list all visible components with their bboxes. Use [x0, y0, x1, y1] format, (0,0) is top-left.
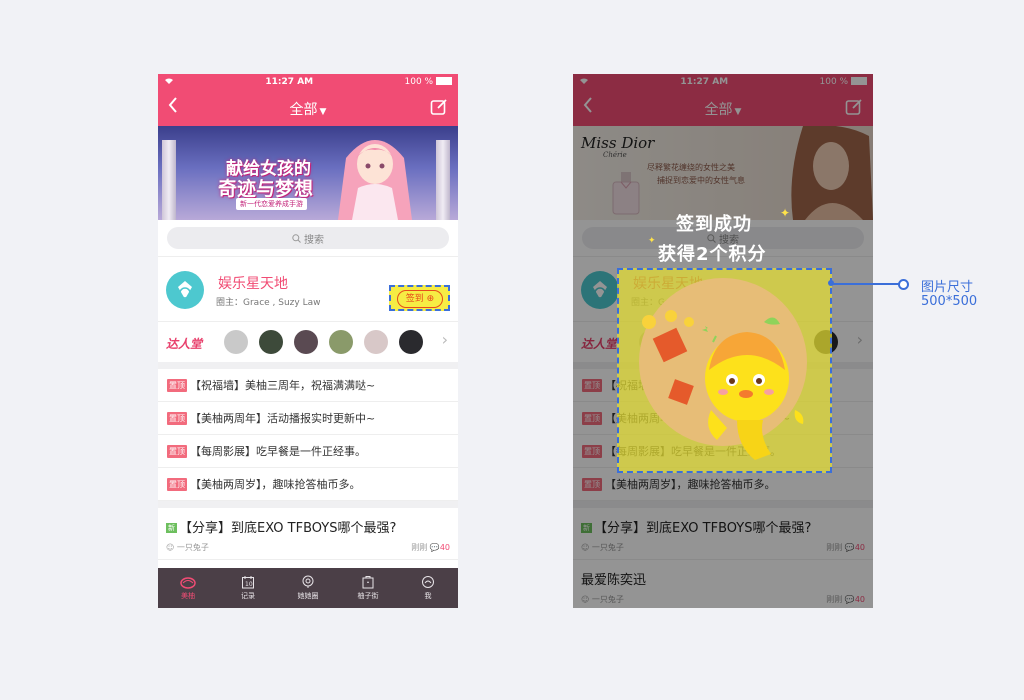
checkin-button-highlight[interactable]: 签到 ⊕ — [389, 285, 450, 311]
expert-logo: 达人堂 — [166, 337, 203, 351]
battery-status: 100 % — [405, 77, 452, 87]
annotation-size: 500*500 — [921, 294, 978, 309]
post-title: 【分享】到底EXO TFBOYS哪个最强? — [179, 521, 397, 536]
avatar[interactable] — [224, 330, 248, 354]
pinned-post[interactable]: 置顶【每周影展】吃早餐是一件正经事。 — [158, 435, 458, 468]
post-item[interactable]: 新【分享】到底EXO TFBOYS哪个最强? ☺ 一只兔子 刚刚 💬40 — [158, 508, 458, 560]
banner-subtitle: 新一代恋爱养成手游 — [236, 198, 307, 210]
search-icon — [292, 233, 301, 243]
status-bar: 11:27 AM 100 % — [158, 74, 458, 90]
annotation-line — [831, 283, 900, 285]
edit-icon[interactable] — [430, 98, 448, 116]
tab-shop[interactable]: 柚子街 — [338, 568, 398, 608]
tab-profile[interactable]: 我 — [398, 568, 458, 608]
pillar-decoration — [436, 140, 450, 220]
circle-logo-icon — [166, 271, 204, 309]
shop-icon — [362, 576, 374, 589]
nav-title: 全部 — [289, 102, 318, 118]
checkin-popup-image[interactable] — [617, 268, 832, 473]
anime-girl-illustration — [338, 140, 412, 220]
user-icon: ☺ — [166, 543, 175, 552]
search-placeholder: 搜索 — [304, 234, 324, 246]
post-title-line: 新【分享】到底EXO TFBOYS哪个最强? — [166, 517, 450, 536]
avatar[interactable] — [329, 330, 353, 354]
new-badge: 新 — [166, 523, 177, 533]
tab-label: 记录 — [241, 592, 255, 600]
sparkle-icon: ✦ — [780, 206, 791, 220]
pinned-post-title: 【美柚两周年】活动播报实时更新中~ — [190, 412, 376, 425]
circle-owner: 圈主：Grace , Suzy Law — [216, 298, 321, 308]
tab-meiyou[interactable]: 美柚 — [158, 568, 218, 608]
checkin-success-title: 签到成功 — [676, 214, 752, 235]
avatar[interactable] — [259, 330, 283, 354]
author-name: 一只兔子 — [176, 543, 209, 552]
pinned-post-title: 【祝福墙】美柚三周年，祝福满满哒~ — [190, 379, 376, 392]
pinned-badge: 置顶 — [167, 444, 187, 458]
tab-label: 她她圈 — [297, 592, 319, 600]
pinned-post-title: 【每周影展】吃早餐是一件正经事。 — [190, 445, 366, 458]
pinned-post[interactable]: 置顶【美柚两周年】活动播报实时更新中~ — [158, 402, 458, 435]
comment-count: 40 — [439, 543, 450, 552]
annotation-label: 图片尺寸 — [921, 280, 974, 295]
post-time: 刚刚 — [411, 543, 428, 552]
banner-headline-2: 奇迹与梦想 — [218, 178, 314, 200]
circle-info-row: 娱乐星天地 圈主：Grace , Suzy Law 签到 ⊕ — [158, 256, 458, 321]
search-input[interactable]: 搜索 — [167, 227, 449, 249]
tab-bar: 美柚 10 记录 她她圈 柚子街 我 — [158, 568, 458, 608]
avatar[interactable] — [399, 330, 423, 354]
lemon-mascot-illustration — [642, 310, 804, 460]
chevron-right-icon[interactable]: › — [442, 330, 448, 349]
avatar[interactable] — [364, 330, 388, 354]
meiyou-icon — [180, 577, 196, 589]
pinned-badge: 置顶 — [167, 411, 187, 425]
phone-screen-normal: 11:27 AM 100 % 全部 ▼ 献给女孩的 奇迹与梦想 新一代恋爱养成手游… — [158, 74, 458, 608]
circle-icon — [302, 575, 314, 588]
expert-row[interactable]: 达人堂 › — [158, 321, 458, 362]
svg-text:10: 10 — [245, 581, 253, 588]
comment-icon: 💬 — [429, 543, 440, 552]
banner-image[interactable]: 献给女孩的 奇迹与梦想 新一代恋爱养成手游 — [158, 126, 458, 220]
battery-icon — [435, 77, 452, 85]
post-meta: 刚刚 💬40 — [411, 542, 450, 553]
tab-record[interactable]: 10 记录 — [218, 568, 278, 608]
status-time: 11:27 AM — [265, 77, 314, 87]
coin-icon: ⊕ — [426, 294, 435, 304]
tab-circle[interactable]: 她她圈 — [278, 568, 338, 608]
pinned-badge: 置顶 — [167, 378, 187, 392]
wifi-icon — [164, 77, 174, 88]
sparkle-icon: ✦ — [648, 236, 656, 246]
divider — [158, 362, 458, 369]
circle-name: 娱乐星天地 — [218, 276, 288, 292]
pinned-post[interactable]: 置顶【祝福墙】美柚三周年，祝福满满哒~ — [158, 369, 458, 402]
post-author: ☺ 一只兔子 — [166, 542, 209, 553]
checkin-label: 签到 — [405, 294, 424, 304]
calendar-icon: 10 — [242, 576, 254, 589]
divider — [158, 501, 458, 508]
search-area: 搜索 — [158, 220, 458, 256]
tab-label: 美柚 — [181, 592, 195, 600]
tab-label: 柚子街 — [357, 592, 379, 600]
pinned-badge: 置顶 — [167, 477, 187, 491]
checkin-button[interactable]: 签到 ⊕ — [397, 290, 443, 308]
nav-bar: 全部 ▼ — [158, 90, 458, 126]
caret-down-icon: ▼ — [319, 107, 327, 117]
nav-title-dropdown[interactable]: 全部 ▼ — [158, 99, 458, 119]
pillar-decoration — [162, 140, 176, 220]
avatar[interactable] — [294, 330, 318, 354]
tab-label: 我 — [424, 592, 432, 600]
battery-text: 100 % — [404, 77, 434, 87]
avatar-list — [224, 330, 434, 354]
pinned-post-title: 【美柚两周岁】，趣味抢答柚币多。 — [190, 478, 361, 491]
annotation-end-dot — [898, 279, 909, 290]
checkin-points-text: 获得2个积分 — [658, 244, 767, 265]
profile-icon — [422, 576, 434, 588]
pinned-post[interactable]: 置顶 【美柚两周岁】，趣味抢答柚币多。 — [158, 468, 458, 501]
